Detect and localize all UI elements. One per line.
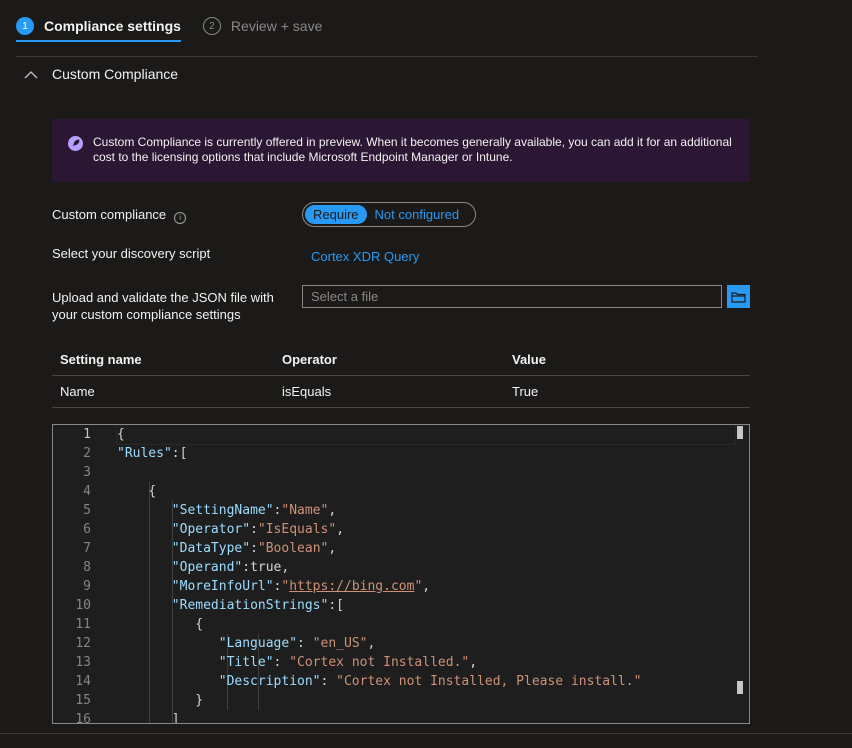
column-header-setting-name: Setting name xyxy=(60,351,142,367)
tab-review-save[interactable]: 2 Review + save xyxy=(202,14,323,38)
code-line: "Operator":"IsEquals", xyxy=(171,522,345,537)
rocket-icon xyxy=(68,136,83,151)
file-select-input[interactable] xyxy=(302,285,722,308)
code-line: { xyxy=(195,617,204,632)
cell-setting-name: Name xyxy=(60,384,95,399)
line-number: 4 xyxy=(83,484,91,499)
step-number-badge: 2 xyxy=(202,17,221,35)
cell-operator: isEquals xyxy=(282,384,332,399)
require-option[interactable]: Require xyxy=(305,205,367,224)
line-number: 9 xyxy=(83,579,91,594)
code-line: "Description": "Cortex not Installed, Pl… xyxy=(218,674,642,689)
not-configured-option[interactable]: Not configured xyxy=(367,205,468,224)
settings-table: Setting name Operator Value Name isEqual… xyxy=(52,343,750,408)
url-link[interactable]: https://bing.com xyxy=(289,579,414,594)
tab-compliance-settings[interactable]: 1 Compliance settings xyxy=(16,14,181,42)
scrollbar-marker xyxy=(737,426,743,439)
code-line: "Title": "Cortex not Installed.", xyxy=(218,655,478,670)
footer-divider xyxy=(0,733,852,734)
column-header-value: Value xyxy=(512,351,546,367)
section-title: Custom Compliance xyxy=(52,66,179,82)
browse-file-button[interactable] xyxy=(727,285,750,308)
code-line: "Operand":true, xyxy=(171,560,290,575)
line-number: 2 xyxy=(83,446,91,461)
chevron-up-icon xyxy=(24,70,38,78)
line-number: 1 xyxy=(83,427,91,442)
upload-label: Upload and validate the JSON file with y… xyxy=(52,289,274,323)
custom-compliance-label: Custom compliance i xyxy=(52,206,187,224)
code-line: ] xyxy=(171,712,180,724)
tabs-divider xyxy=(16,56,758,57)
custom-compliance-label-text: Custom compliance xyxy=(52,207,167,222)
line-number: 12 xyxy=(75,636,91,651)
discovery-script-link[interactable]: Cortex XDR Query xyxy=(311,249,419,264)
line-number: 11 xyxy=(75,617,91,632)
line-number: 15 xyxy=(75,693,91,708)
code-line: { xyxy=(116,425,736,445)
line-number: 6 xyxy=(83,522,91,537)
code-line: "MoreInfoUrl":"https://bing.com", xyxy=(171,579,431,594)
wizard-tabs: 1 Compliance settings 2 Review + save xyxy=(16,14,344,44)
preview-banner: Custom Compliance is currently offered i… xyxy=(52,119,750,182)
code-area[interactable]: { "Rules":[ { "SettingName":"Name", "Ope… xyxy=(116,425,736,724)
line-number: 13 xyxy=(75,655,91,670)
scrollbar-thumb[interactable] xyxy=(737,681,743,694)
column-header-operator: Operator xyxy=(282,351,337,367)
line-number: 10 xyxy=(75,598,91,613)
table-row[interactable]: Name isEquals True xyxy=(52,376,750,408)
code-line: "DataType":"Boolean", xyxy=(171,541,337,556)
editor-scrollbar[interactable] xyxy=(735,425,749,723)
upload-label-line2: your custom compliance settings xyxy=(52,307,241,322)
info-icon[interactable]: i xyxy=(174,212,187,224)
line-number: 14 xyxy=(75,674,91,689)
custom-compliance-section-toggle[interactable]: Custom Compliance xyxy=(24,64,178,84)
code-line: "Rules":[ xyxy=(117,446,188,461)
code-line: "RemediationStrings":[ xyxy=(171,598,344,613)
banner-text: Custom Compliance is currently offered i… xyxy=(93,135,732,164)
code-line: { xyxy=(148,484,157,499)
line-number: 5 xyxy=(83,503,91,518)
custom-compliance-toggle[interactable]: Require Not configured xyxy=(302,202,476,227)
folder-icon xyxy=(731,291,746,303)
line-number-gutter: 1 2 3 4 5 6 7 8 9 10 11 12 13 14 15 16 xyxy=(53,425,117,723)
line-number: 3 xyxy=(83,465,91,480)
line-number: 16 xyxy=(75,712,91,724)
line-number: 7 xyxy=(83,541,91,556)
tab-label: Compliance settings xyxy=(44,18,181,34)
line-number: 8 xyxy=(83,560,91,575)
cell-value: True xyxy=(512,384,539,399)
upload-label-line1: Upload and validate the JSON file with xyxy=(52,290,274,305)
code-line: "Language": "en_US", xyxy=(218,636,376,651)
step-number-badge: 1 xyxy=(16,17,34,35)
discovery-script-label: Select your discovery script xyxy=(52,246,211,261)
table-header: Setting name Operator Value xyxy=(52,343,750,376)
code-line: } xyxy=(195,693,204,708)
json-code-editor[interactable]: 1 2 3 4 5 6 7 8 9 10 11 12 13 14 15 16 {… xyxy=(52,424,750,724)
tab-label: Review + save xyxy=(230,18,323,34)
code-line: "SettingName":"Name", xyxy=(171,503,337,518)
